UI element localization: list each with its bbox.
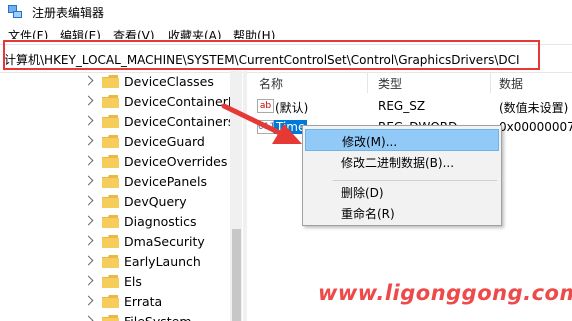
menu-help[interactable]: 帮助(H) bbox=[233, 27, 275, 39]
chevron-right-icon[interactable] bbox=[83, 95, 94, 106]
folder-icon bbox=[102, 255, 119, 268]
tree-item-label: Els bbox=[124, 274, 142, 289]
column-header-type[interactable]: 类型 bbox=[378, 75, 402, 92]
menu-edit[interactable]: 编辑(E) bbox=[60, 27, 101, 39]
tree-item[interactable]: DeviceGuard bbox=[0, 132, 240, 152]
tree-item[interactable]: DevQuery bbox=[0, 192, 240, 212]
folder-icon bbox=[102, 75, 119, 88]
column-header-data[interactable]: 数据 bbox=[499, 75, 523, 92]
folder-icon bbox=[102, 135, 119, 148]
value-type: REG_SZ bbox=[378, 99, 426, 113]
chevron-right-icon[interactable] bbox=[83, 315, 94, 321]
red-arrow-annotation bbox=[221, 103, 302, 144]
chevron-right-icon[interactable] bbox=[83, 215, 94, 226]
chevron-right-icon[interactable] bbox=[83, 175, 94, 186]
tree-item[interactable]: Errata bbox=[0, 292, 240, 312]
address-highlight-box bbox=[3, 40, 540, 70]
tree-item[interactable]: DeviceContainerPr bbox=[0, 92, 240, 112]
column-header-name[interactable]: 名称 bbox=[259, 75, 283, 92]
tree-item[interactable]: DevicePanels bbox=[0, 172, 240, 192]
chevron-right-icon[interactable] bbox=[83, 135, 94, 146]
tree-item-label: DevicePanels bbox=[124, 174, 207, 189]
tree-item-label: DeviceClasses bbox=[124, 74, 214, 89]
tree-item-label: FileSystem bbox=[124, 314, 192, 321]
watermark: www.ligonggong.com bbox=[318, 281, 572, 305]
folder-icon bbox=[102, 155, 119, 168]
folder-icon bbox=[102, 315, 119, 321]
window-title: 注册表编辑器 bbox=[32, 6, 105, 20]
tree-item-label: DevQuery bbox=[124, 194, 187, 209]
folder-icon bbox=[102, 235, 119, 248]
tree-item[interactable]: DeviceContainers bbox=[0, 112, 240, 132]
menu-view[interactable]: 查看(V) bbox=[113, 27, 155, 39]
chevron-right-icon[interactable] bbox=[83, 115, 94, 126]
folder-icon bbox=[102, 175, 119, 188]
tree-item[interactable]: EarlyLaunch bbox=[0, 252, 240, 272]
context-menu: 修改(M)... 修改二进制数据(B)... 删除(D) 重命名(R) bbox=[302, 125, 502, 226]
menu-bar: 文件(F) 编辑(E) 查看(V) 收藏夹(A) 帮助(H) bbox=[0, 27, 572, 39]
chevron-right-icon[interactable] bbox=[83, 255, 94, 266]
value-data: (数值未设置) bbox=[499, 101, 569, 115]
tree-item-label: EarlyLaunch bbox=[124, 254, 201, 269]
tree-item[interactable]: DeviceOverrides bbox=[0, 152, 240, 172]
menu-item-label: 修改二进制数据(B)... bbox=[341, 156, 455, 170]
tree-item-label: DeviceContainers bbox=[124, 114, 235, 129]
value-data: 0x00000007 bbox=[499, 120, 572, 134]
chevron-right-icon[interactable] bbox=[83, 295, 94, 306]
menu-favorites[interactable]: 收藏夹(A) bbox=[168, 27, 222, 39]
tree-pane: DeviceClasses DeviceContainerPr DeviceCont… bbox=[0, 71, 240, 321]
tree-scrollbar-thumb[interactable] bbox=[232, 229, 241, 321]
menu-item-label: 修改(M)... bbox=[342, 135, 398, 149]
tree-item-label: DeviceOverrides bbox=[124, 154, 228, 169]
registry-editor-icon bbox=[8, 5, 22, 18]
tree-item[interactable]: Diagnostics bbox=[0, 212, 240, 232]
column-separator[interactable] bbox=[367, 73, 368, 93]
tree-item-label: DmaSecurity bbox=[124, 234, 205, 249]
menu-item-modify-binary[interactable]: 修改二进制数据(B)... bbox=[305, 151, 499, 173]
title-bar: 注册表编辑器 bbox=[0, 0, 572, 24]
menu-item-delete[interactable]: 删除(D) bbox=[305, 181, 499, 203]
folder-icon bbox=[102, 215, 119, 228]
tree-item-label: DeviceGuard bbox=[124, 134, 205, 149]
tree-item-label: Errata bbox=[124, 294, 163, 309]
chevron-right-icon[interactable] bbox=[83, 275, 94, 286]
menu-item-label: 重命名(R) bbox=[341, 207, 395, 221]
folder-icon bbox=[102, 115, 119, 128]
folder-icon bbox=[102, 275, 119, 288]
folder-icon bbox=[102, 295, 119, 308]
folder-icon bbox=[102, 95, 119, 108]
tree-item-label: Diagnostics bbox=[124, 214, 197, 229]
chevron-right-icon[interactable] bbox=[83, 195, 94, 206]
tree-item[interactable]: DeviceClasses bbox=[0, 72, 240, 92]
chevron-right-icon[interactable] bbox=[83, 155, 94, 166]
folder-icon bbox=[102, 195, 119, 208]
chevron-right-icon[interactable] bbox=[83, 235, 94, 246]
tree-item[interactable]: Els bbox=[0, 272, 240, 292]
chevron-right-icon[interactable] bbox=[83, 75, 94, 86]
menu-item-label: 删除(D) bbox=[341, 186, 384, 200]
column-separator[interactable] bbox=[490, 73, 491, 93]
menu-file[interactable]: 文件(F) bbox=[8, 27, 48, 39]
menu-item-rename[interactable]: 重命名(R) bbox=[305, 202, 499, 224]
menu-item-modify[interactable]: 修改(M)... bbox=[305, 129, 499, 151]
tree-item[interactable]: DmaSecurity bbox=[0, 232, 240, 252]
tree-item[interactable]: FileSystem bbox=[0, 312, 240, 321]
